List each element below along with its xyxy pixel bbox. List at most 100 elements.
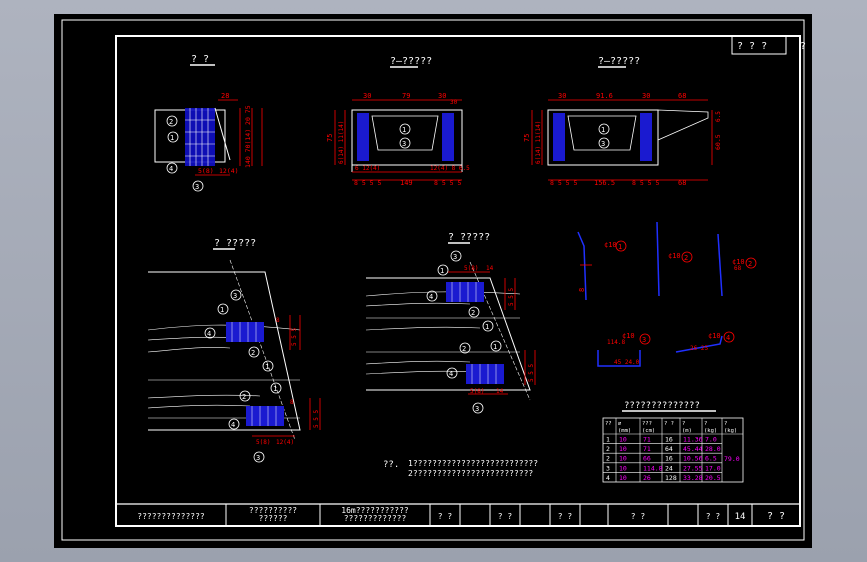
dim-tm-small-0: 6 12(4)	[355, 165, 380, 172]
rebar-4-num: 3	[642, 336, 646, 344]
bubble-tr-1: 1	[601, 126, 605, 134]
rebar-1-num: 1	[618, 243, 622, 251]
dim-tr-left2: 6(14) 11(14)	[535, 121, 542, 164]
bubble-mc-d: 2	[471, 309, 475, 317]
dim-tl-bot-a: 5(8)	[198, 167, 214, 175]
bubble-mc-g: 1	[493, 343, 497, 351]
corner-label: ? ? ?	[737, 41, 767, 52]
bubble-tl-3: 3	[195, 183, 199, 191]
title-block-cell: ??????	[259, 514, 288, 523]
rebar-table-header: (m)	[682, 428, 692, 434]
rebar-1-dim: 8	[578, 288, 586, 292]
dim-tm-top-1: 79	[402, 92, 410, 100]
view-title-mid-center: ? ?????	[448, 232, 490, 243]
bubble-tm-1: 1	[402, 126, 406, 134]
rebar-table-cell: 66	[643, 455, 651, 463]
bubble-mc-a: 3	[453, 253, 457, 261]
bubble-ml-h: 4	[231, 421, 235, 429]
dim-tm-top-3: 30	[450, 99, 458, 106]
dim-tr-top-0: 30	[558, 92, 566, 100]
view-title-top-left: ? ?	[191, 54, 209, 65]
rebar-table-cell: 2	[606, 455, 610, 463]
dim-ml-1: 5 5 5	[291, 328, 298, 346]
rebar-table-cell: 45.44	[683, 445, 703, 453]
dim-tl-top: 28	[221, 92, 229, 100]
rebar-table-cell: 16	[665, 436, 673, 444]
rebar-block-tm-right	[442, 113, 454, 161]
rebar-table-header: (cm)	[642, 428, 655, 434]
dim-tm-top-0: 30	[363, 92, 371, 100]
bubble-ml-d: 2	[251, 349, 255, 357]
rebar-table-cell: 1	[606, 436, 610, 444]
rebar-table-header: ?	[724, 421, 727, 427]
dim-tm-bot-0: 8 5 5 5	[354, 179, 381, 187]
rebar-table-cell: 28.0	[705, 445, 721, 453]
rebar-5-num: 4	[726, 334, 730, 342]
rebar-table-cell: 20.5	[705, 474, 721, 482]
dim-tr-top-1: 91.6	[596, 92, 613, 100]
dim-tr-bot-3: 68	[678, 179, 686, 187]
rebar-table-cell: 3	[606, 464, 610, 472]
rebar-table-cell: 7.0	[705, 436, 717, 444]
dim-tr-bot-2: 8 5 5 5	[632, 179, 659, 187]
bubble-ml-b: 1	[220, 306, 224, 314]
rebar-table-cell: 6.5	[705, 455, 717, 463]
rebar-5-dim: 26 25	[690, 345, 708, 352]
rebar-4-dim: 45 24.0	[614, 359, 640, 366]
dim-tr-bot-0: 8 5 5 5	[550, 179, 577, 187]
bubble-ml-a: 3	[233, 292, 237, 300]
dim-tm-left: 75	[326, 134, 334, 142]
bubble-mc-b: 1	[440, 267, 444, 275]
dim-tm-left2: 6(14) 11(14)	[338, 121, 345, 164]
rebar-table-header: ???	[642, 421, 652, 427]
dim-mc-4: 5(8)	[470, 388, 484, 395]
title-block-cell: ?????????????	[344, 514, 407, 523]
dim-tm-bot-1: 149	[400, 179, 413, 187]
bubble-tm-3: 3	[402, 140, 406, 148]
view-title-top-mid: ?—?????	[390, 56, 432, 67]
bubble-tr-3: 3	[601, 140, 605, 148]
title-block-cell: ? ?	[767, 511, 785, 522]
notes-line-2: 2?????????????????????????	[408, 469, 533, 478]
rebar-cage-ml-lower	[246, 406, 284, 426]
bubble-mc-e: 1	[485, 323, 489, 331]
view-title-mid-left: ? ?????	[214, 238, 256, 249]
rebar-table-cell: 17.0	[705, 464, 721, 472]
rebar-table-header: ??	[605, 421, 612, 427]
drawing-sheet: ? ? ? ? ? ? 28 140 70(14) 20 75 5(8) 12(…	[54, 14, 812, 548]
rebar-table-cell: 27.55	[683, 464, 703, 472]
dim-mc-3: 5 5 5	[528, 364, 535, 382]
rebar-table-cell: 16	[665, 455, 673, 463]
rebar-table-cell: 24	[665, 464, 673, 472]
rebar-cage-mc-upper	[446, 282, 484, 302]
bubble-mc-f: 2	[462, 345, 466, 353]
cad-viewport: ? ? ? ? ? ? 28 140 70(14) 20 75 5(8) 12(…	[0, 0, 867, 562]
title-block-cell: ? ?	[498, 512, 513, 521]
view-title-top-right: ?—?????	[598, 56, 640, 67]
dim-tr-top-3: 68	[678, 92, 686, 100]
bubble-tl-4: 4	[169, 165, 173, 173]
rebar-table-header: ? ?	[664, 421, 674, 427]
dim-mc-5: 14	[496, 388, 504, 395]
rebar-table-cell: 10	[619, 464, 627, 472]
title-block-cell: ? ?	[558, 512, 573, 521]
bubble-ml-g: 1	[273, 385, 277, 393]
corner-mark: ?	[800, 41, 806, 52]
rebar-3-dim: 68	[734, 265, 742, 272]
bubble-mc-c: 4	[429, 293, 433, 301]
dim-tr-left: 75	[523, 134, 531, 142]
rebar-table-cell: 10	[619, 474, 627, 482]
bubble-tl-1: 1	[170, 134, 174, 142]
notes-line-1: 1??????????????????????????	[408, 459, 538, 468]
bubble-ml-e: 1	[265, 363, 269, 371]
title-block-cell: ? ?	[438, 512, 453, 521]
rebar-table-cell: 11.36	[683, 436, 703, 444]
dim-ml-3: 5(8)	[256, 439, 270, 446]
rebar-3-num: 2	[748, 260, 752, 268]
bubble-ml-f: 2	[242, 393, 246, 401]
dim-tm-top-2: 30	[438, 92, 446, 100]
rebar-table-header: ?	[704, 421, 707, 427]
rebar-2-spec: ¢10	[668, 252, 681, 260]
rebar-2-num: 2	[684, 254, 688, 262]
dim-mc-1: 14	[486, 265, 494, 272]
